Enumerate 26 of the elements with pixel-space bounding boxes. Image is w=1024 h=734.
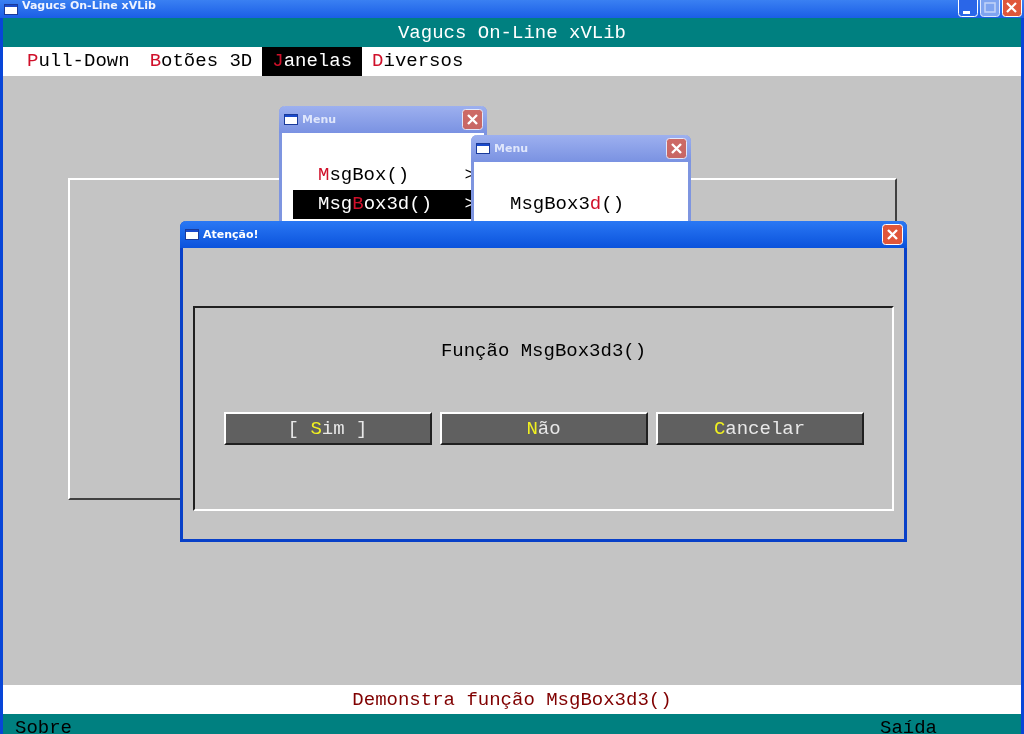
window-title: Vagucs On-Line xVLib [22,0,157,12]
window-title: Menu [494,142,530,155]
close-button[interactable] [462,109,483,130]
window-icon [185,229,199,240]
close-button[interactable] [666,138,687,159]
menu-item[interactable]: MsgBox3d() [508,190,688,219]
window-icon [476,143,490,154]
menu-item[interactable]: Pull-Down [17,47,140,76]
close-button[interactable] [1002,0,1022,17]
dialog-button[interactable]: Cancelar [655,412,864,445]
dialog-title: Atenção! [203,228,260,241]
app-title: Vagucs On-Line xVLib [397,21,626,44]
window-icon [4,4,18,15]
status-message: Demonstra função MsgBox3d3() [352,688,672,711]
window-title: Menu [302,113,338,126]
minimize-button[interactable] [958,0,978,17]
exit-item[interactable]: Saída [880,717,937,734]
menu-item[interactable]: Janelas [262,47,363,76]
menu-item[interactable]: Botões 3D [139,47,263,76]
about-item[interactable]: Sobre [15,717,72,734]
dialog-button[interactable]: Não [439,412,648,445]
close-button[interactable] [882,224,903,245]
window-icon [284,114,298,125]
menu-item[interactable]: Diversos [362,47,474,76]
dialog-message: Função MsgBox3d3() [440,340,647,362]
dialog-button[interactable]: [ Sim ] [223,412,432,445]
